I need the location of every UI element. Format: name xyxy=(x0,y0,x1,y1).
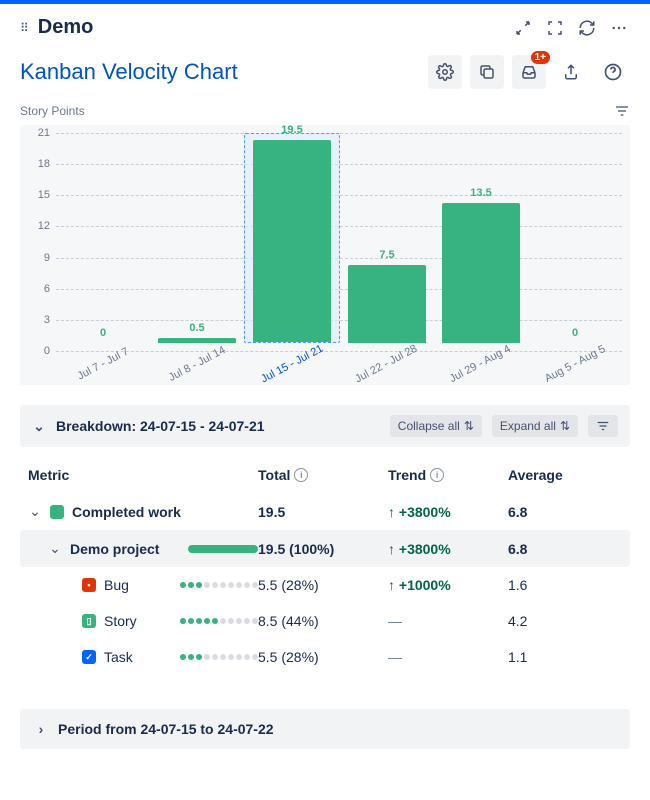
row-average: 1.6 xyxy=(508,577,622,593)
col-trend: Trend xyxy=(388,467,426,483)
issue-type-icon: ✓ xyxy=(82,650,96,664)
breakdown-header[interactable]: ⌄ Breakdown: 24-07-15 - 24-07-21 Collaps… xyxy=(20,405,630,447)
chart-ylabel: Story Points xyxy=(20,104,85,118)
ytick: 15 xyxy=(26,189,50,201)
square-icon xyxy=(50,505,64,519)
breakdown-range: 24-07-15 - 24-07-21 xyxy=(140,418,265,434)
ytick: 6 xyxy=(26,283,50,295)
dot-indicator xyxy=(180,654,258,660)
dot-indicator xyxy=(180,582,258,588)
info-icon[interactable]: i xyxy=(430,468,444,482)
row-average: 4.2 xyxy=(508,613,622,629)
chevron-down-icon[interactable]: ⌄ xyxy=(48,540,62,557)
bar-column[interactable]: 0 xyxy=(56,133,150,343)
row-total: 5.5 (28%) xyxy=(258,577,388,593)
settings-button[interactable] xyxy=(428,55,462,89)
page-title: Kanban Velocity Chart xyxy=(20,59,238,85)
row-trend: ↑ +3800% xyxy=(388,504,508,520)
row-trend: — xyxy=(388,649,508,665)
row-trend: — xyxy=(388,613,508,629)
ytick: 9 xyxy=(26,252,50,264)
table-row: ✓ Task 5.5 (28%)—1.1 xyxy=(20,639,630,675)
breakdown-table: Metric Totali Trendi Average ⌄Completed … xyxy=(0,447,650,685)
row-total: 19.5 xyxy=(258,504,388,520)
bar-column[interactable]: 19.5 xyxy=(244,133,340,343)
dot-indicator xyxy=(180,618,258,624)
help-button[interactable] xyxy=(596,55,630,89)
table-row: ▯ Story 8.5 (44%)—4.2 xyxy=(20,603,630,639)
collapse-all-button[interactable]: Collapse all⇅ xyxy=(390,415,482,437)
period-range: 24-07-15 to 24-07-22 xyxy=(140,721,273,737)
bar-value-label: 7.5 xyxy=(379,249,394,261)
col-metric: Metric xyxy=(28,467,258,483)
more-icon[interactable] xyxy=(608,17,630,39)
row-average: 6.8 xyxy=(508,504,622,520)
breakdown-filter-icon[interactable] xyxy=(588,415,618,437)
app-title: Demo xyxy=(38,16,94,39)
drag-handle-icon[interactable]: ⠿ xyxy=(20,21,28,35)
row-total: 19.5 (100%) xyxy=(258,541,388,557)
col-average: Average xyxy=(508,467,622,483)
table-row: • Bug 5.5 (28%)↑ +1000%1.6 xyxy=(20,567,630,603)
row-total: 5.5 (28%) xyxy=(258,649,388,665)
progress-bar xyxy=(188,545,258,553)
bar-value-label: 19.5 xyxy=(281,124,302,136)
page-subheader: Kanban Velocity Chart 1+ xyxy=(0,51,650,103)
bar-column[interactable]: 13.5 xyxy=(434,133,528,343)
bar-value-label: 0.5 xyxy=(189,322,204,334)
ytick: 12 xyxy=(26,220,50,232)
row-label: Task xyxy=(104,649,133,665)
row-label: Completed work xyxy=(72,504,181,520)
row-trend: ↑ +3800% xyxy=(388,541,508,557)
ytick: 21 xyxy=(26,127,50,139)
chevron-down-icon: ⌄ xyxy=(32,418,46,435)
col-total: Total xyxy=(258,467,290,483)
bar-column[interactable]: 0 xyxy=(528,133,622,343)
chevron-right-icon: › xyxy=(34,721,48,737)
ytick: 3 xyxy=(26,314,50,326)
row-total: 8.5 (44%) xyxy=(258,613,388,629)
refresh-icon[interactable] xyxy=(576,17,598,39)
velocity-chart: 03691215182100.519.57.513.50Jul 7 - Jul … xyxy=(20,125,630,385)
bar-value-label: 0 xyxy=(572,327,578,339)
period-header[interactable]: › Period from 24-07-15 to 24-07-22 xyxy=(20,709,630,749)
table-row: ⌄ Completed work 19.5↑ +3800%6.8 xyxy=(20,493,630,530)
ytick: 18 xyxy=(26,158,50,170)
expand-all-button[interactable]: Expand all⇅ xyxy=(492,415,578,437)
table-row: ⌄ Demo project 19.5 (100%)↑ +3800%6.8 xyxy=(20,530,630,567)
collapse-icon[interactable] xyxy=(512,17,534,39)
row-average: 6.8 xyxy=(508,541,622,557)
copy-button[interactable] xyxy=(470,55,504,89)
fullscreen-icon[interactable] xyxy=(544,17,566,39)
chart-filter-icon[interactable] xyxy=(614,103,630,119)
app-header: ⠿ Demo xyxy=(0,4,650,51)
notification-badge: 1+ xyxy=(531,51,550,64)
bar-value-label: 13.5 xyxy=(470,187,491,199)
issue-type-icon: ▯ xyxy=(82,614,96,628)
row-average: 1.1 xyxy=(508,649,622,665)
ytick: 0 xyxy=(26,345,50,357)
inbox-button[interactable]: 1+ xyxy=(512,55,546,89)
issue-type-icon: • xyxy=(82,578,96,592)
share-button[interactable] xyxy=(554,55,588,89)
row-label: Demo project xyxy=(70,541,159,557)
info-icon[interactable]: i xyxy=(294,468,308,482)
row-trend: ↑ +1000% xyxy=(388,577,508,593)
row-label: Story xyxy=(104,613,137,629)
row-label: Bug xyxy=(104,577,129,593)
bar-column[interactable]: 7.5 xyxy=(340,133,434,343)
bar-column[interactable]: 0.5 xyxy=(150,133,244,343)
chevron-down-icon[interactable]: ⌄ xyxy=(28,503,42,520)
bar-value-label: 0 xyxy=(100,327,106,339)
